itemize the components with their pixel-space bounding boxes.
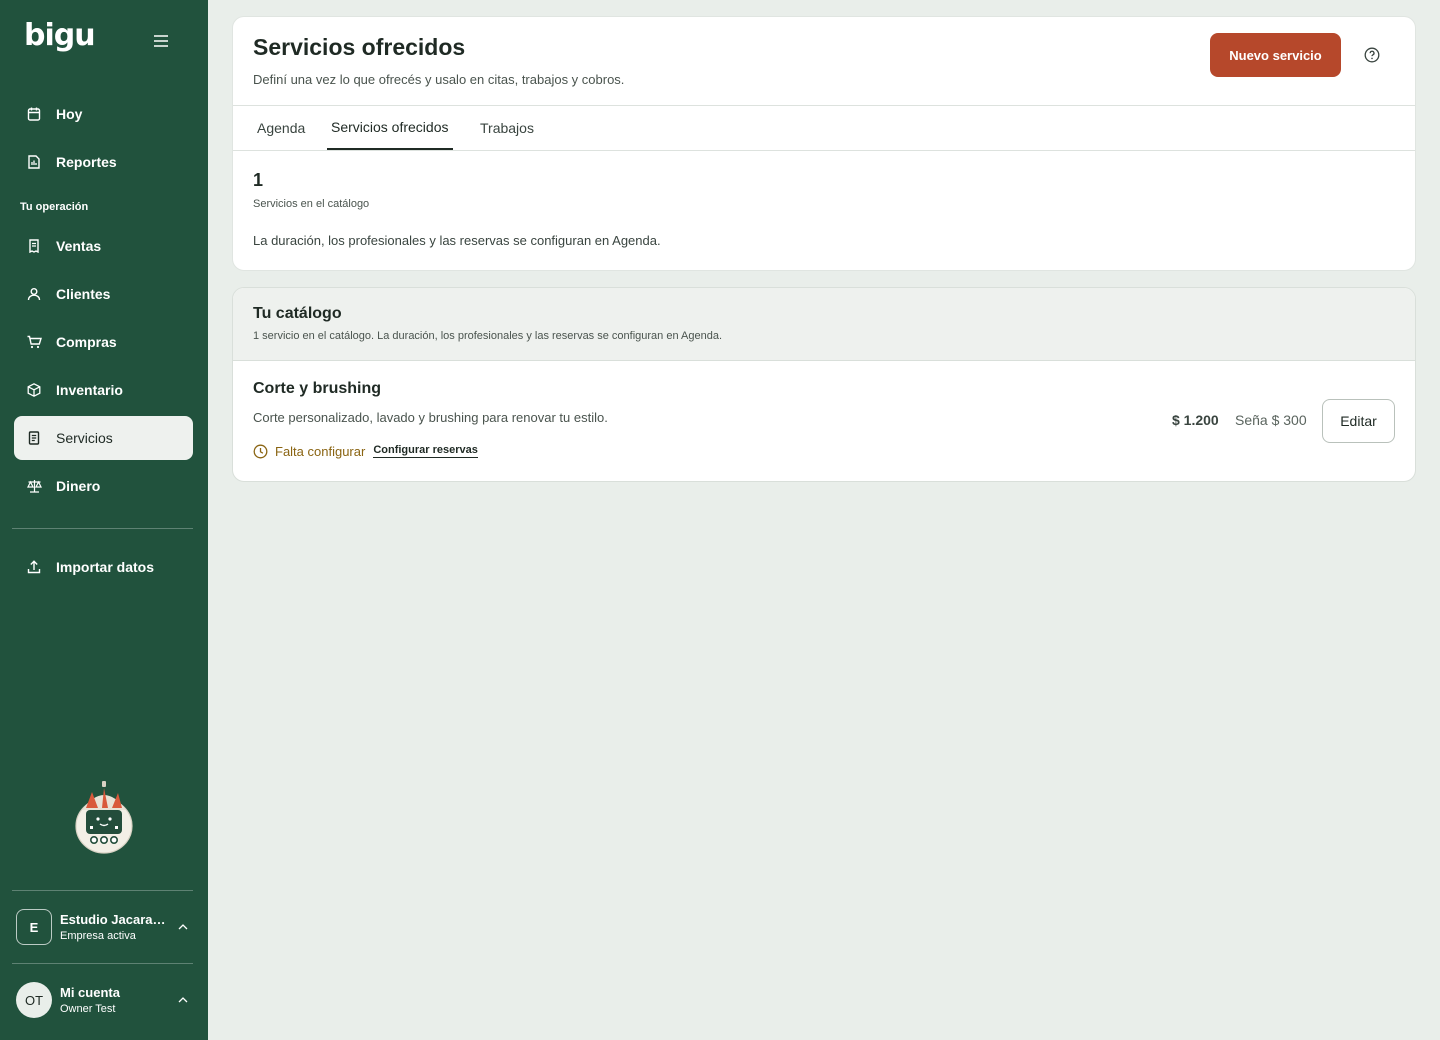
info-text: La duración, los profesionales y las res… (253, 233, 661, 248)
company-name: Estudio Jacaranda (60, 912, 172, 927)
service-description: Corte personalizado, lavado y brushing p… (253, 410, 608, 425)
document-icon (26, 430, 42, 446)
header-card: Servicios ofrecidos Definí una vez lo qu… (232, 16, 1416, 271)
service-warning: Falta configurar Configurar reservas (253, 443, 478, 459)
sidebar-item-ventas[interactable]: Ventas (14, 224, 193, 268)
clock-icon (253, 443, 269, 459)
user-icon (26, 286, 42, 302)
new-service-button[interactable]: Nuevo servicio (1210, 33, 1341, 77)
receipt-icon (26, 238, 42, 254)
sidebar-item-dinero[interactable]: Dinero (14, 464, 193, 508)
account-name: Mi cuenta (60, 985, 120, 1000)
catalog-card: Tu catálogo 1 servicio en el catálogo. L… (232, 287, 1416, 482)
sidebar-item-label: Clientes (56, 286, 111, 302)
sidebar-item-label: Reportes (56, 154, 117, 170)
sidebar-item-reportes[interactable]: Reportes (14, 140, 193, 184)
service-deposit: Seña $ 300 (1235, 412, 1307, 428)
sidebar-item-label: Servicios (56, 430, 113, 446)
tab-trabajos[interactable]: Trabajos (476, 106, 538, 150)
upload-icon (26, 559, 42, 575)
sidebar-item-label: Ventas (56, 238, 102, 254)
account-menu[interactable]: OT Mi cuenta Owner Test (12, 972, 196, 1028)
box-icon (26, 382, 42, 398)
company-avatar: E (16, 909, 52, 945)
mascot-illustration (72, 780, 136, 856)
service-name: Corte y brushing (253, 380, 382, 397)
help-icon[interactable] (1363, 46, 1381, 64)
company-switcher[interactable]: E Estudio Jacaranda Empresa activa (12, 899, 196, 955)
sidebar-divider (12, 890, 193, 891)
sidebar-item-label: Hoy (56, 106, 83, 122)
catalog-header: Tu catálogo 1 servicio en el catálogo. L… (233, 288, 1415, 361)
scale-icon (26, 478, 42, 494)
chevron-up-icon (176, 993, 190, 1007)
service-count-label: Servicios en el catálogo (253, 198, 370, 210)
company-status: Empresa activa (60, 930, 136, 942)
edit-button[interactable]: Editar (1322, 399, 1395, 443)
sidebar-item-clientes[interactable]: Clientes (14, 272, 193, 316)
sidebar: bigu Hoy Reportes Tu operación Ventas Cl… (0, 0, 208, 1040)
sidebar-item-servicios[interactable]: Servicios (14, 416, 193, 460)
tab-agenda[interactable]: Agenda (253, 106, 309, 150)
menu-toggle-icon[interactable] (150, 30, 172, 52)
cart-icon (26, 334, 42, 350)
account-user: Owner Test (60, 1003, 116, 1015)
tab-bar: Agenda Servicios ofrecidos Trabajos (233, 105, 1415, 151)
warning-text: Falta configurar (275, 443, 366, 459)
calendar-today-icon (26, 106, 42, 122)
sidebar-item-importar[interactable]: Importar datos (14, 545, 193, 589)
configure-bookings-link[interactable]: Configurar reservas (373, 444, 478, 458)
service-price: $ 1.200 (1172, 412, 1219, 428)
sidebar-item-label: Compras (56, 334, 117, 350)
section-label: Tu operación (20, 201, 89, 213)
sidebar-item-label: Inventario (56, 382, 123, 398)
sidebar-item-label: Importar datos (56, 559, 155, 575)
sidebar-item-hoy[interactable]: Hoy (14, 92, 193, 136)
catalog-title: Tu catálogo (253, 305, 342, 322)
sidebar-item-compras[interactable]: Compras (14, 320, 193, 364)
sidebar-divider (12, 528, 193, 529)
sidebar-item-inventario[interactable]: Inventario (14, 368, 193, 412)
catalog-subtitle: 1 servicio en el catálogo. La duración, … (253, 330, 723, 342)
report-icon (26, 154, 42, 170)
page-subtitle: Definí una vez lo que ofrecés y usalo en… (253, 72, 625, 87)
tab-servicios-ofrecidos[interactable]: Servicios ofrecidos (327, 106, 453, 150)
sidebar-item-label: Dinero (56, 478, 101, 494)
app-logo[interactable]: bigu (24, 18, 96, 53)
avatar: OT (16, 982, 52, 1018)
chevron-up-icon (176, 920, 190, 934)
page-title: Servicios ofrecidos (253, 34, 466, 60)
sidebar-divider (12, 963, 193, 964)
service-count: 1 (253, 170, 264, 190)
